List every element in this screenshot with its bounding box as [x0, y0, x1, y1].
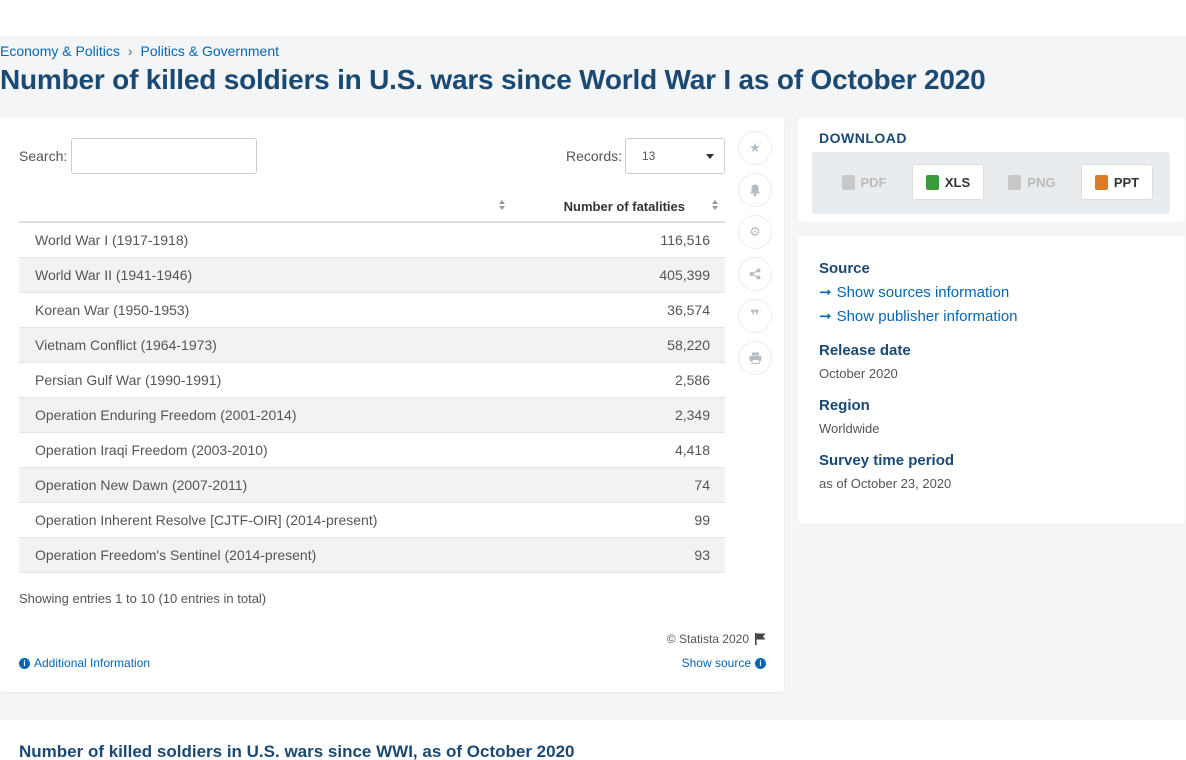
- table-row: Operation Inherent Resolve [CJTF-OIR] (2…: [19, 503, 725, 538]
- chevron-down-icon: [706, 154, 714, 159]
- download-title: DOWNLOAD: [819, 130, 907, 146]
- chart-title: Number of killed soldiers in U.S. wars s…: [19, 742, 575, 760]
- info-icon: i: [755, 657, 766, 669]
- sort-icon[interactable]: [499, 199, 507, 212]
- flag-icon[interactable]: [755, 633, 766, 645]
- row-value: 2,349: [674, 407, 710, 423]
- png-file-icon: [1008, 174, 1022, 190]
- table-row: Operation New Dawn (2007-2011) 74: [19, 468, 725, 503]
- row-value: 405,399: [659, 267, 710, 283]
- additional-information-link[interactable]: i Additional Information: [19, 656, 150, 670]
- breadcrumb-politics-government[interactable]: Politics & Government: [141, 43, 280, 59]
- download-ppt-button[interactable]: PPT: [1081, 164, 1153, 200]
- survey-period-value: as of October 23, 2020: [819, 476, 952, 491]
- download-xls-button[interactable]: XLS: [912, 164, 984, 200]
- row-value: 36,574: [667, 302, 710, 318]
- show-sources-link[interactable]: ➞ Show sources information: [819, 283, 1010, 302]
- show-publisher-label: Show publisher information: [836, 307, 1018, 325]
- copyright-text: © Statista 2020: [666, 632, 749, 646]
- download-png-button[interactable]: PNG: [996, 164, 1068, 200]
- row-label: Operation Enduring Freedom (2001-2014): [35, 407, 297, 423]
- arrow-right-icon: ➞: [819, 284, 832, 301]
- breadcrumb: Economy & Politics › Politics & Governme…: [0, 43, 279, 59]
- quote-icon[interactable]: ❞: [738, 299, 772, 333]
- table-row: Operation Iraqi Freedom (2003-2010) 4,418: [19, 433, 725, 468]
- pdf-file-icon: [841, 174, 855, 190]
- download-buttons: PDF XLS PNG PPT: [812, 152, 1170, 214]
- download-ppt-label: PPT: [1113, 174, 1140, 190]
- download-card: DOWNLOAD PDF XLS PNG PPT: [798, 118, 1185, 222]
- row-value: 74: [694, 477, 710, 493]
- top-bar: [0, 0, 1186, 36]
- data-table: Number of fatalities World War I (1917-1…: [19, 190, 725, 573]
- column-header-fatalities[interactable]: Number of fatalities: [564, 199, 685, 214]
- row-value: 2,586: [674, 372, 710, 388]
- release-date-heading: Release date: [819, 342, 911, 359]
- region-heading: Region: [819, 397, 870, 414]
- xls-file-icon: [925, 174, 939, 190]
- table-row: Korean War (1950-1953) 36,574: [19, 293, 725, 328]
- show-source-link[interactable]: Show source i: [682, 656, 766, 670]
- download-pdf-label: PDF: [860, 174, 887, 190]
- row-label: Persian Gulf War (1990-1991): [35, 372, 222, 388]
- share-icon[interactable]: [738, 257, 772, 291]
- table-row: Operation Enduring Freedom (2001-2014) 2,…: [19, 398, 725, 433]
- show-publisher-link[interactable]: ➞ Show publisher information: [819, 307, 1018, 326]
- search-label: Search:: [19, 148, 68, 164]
- row-value: 93: [694, 547, 710, 563]
- show-source-label: Show source: [681, 656, 751, 670]
- copyright: © Statista 2020: [667, 632, 766, 646]
- star-icon[interactable]: ★: [738, 131, 772, 165]
- row-label: Operation New Dawn (2007-2011): [35, 477, 248, 493]
- table-row: Persian Gulf War (1990-1991) 2,586: [19, 363, 725, 398]
- table-row: World War II (1941-1946) 405,399: [19, 258, 725, 293]
- search-input[interactable]: [71, 138, 257, 174]
- region-value: Worldwide: [819, 421, 880, 436]
- entries-info: Showing entries 1 to 10 (10 entries in t…: [19, 591, 267, 606]
- row-label: Korean War (1950-1953): [35, 302, 190, 318]
- tool-column: ★ ⚙ ❞: [738, 131, 772, 383]
- info-icon: i: [19, 657, 30, 669]
- chart-card: Number of killed soldiers in U.S. wars s…: [0, 720, 1186, 760]
- row-value: 4,418: [674, 442, 710, 458]
- download-xls-label: XLS: [944, 174, 971, 190]
- records-value: 13: [642, 149, 656, 163]
- row-label: Operation Inherent Resolve [CJTF-OIR] (2…: [35, 512, 378, 528]
- arrow-right-icon: ➞: [819, 308, 832, 325]
- download-png-label: PNG: [1027, 174, 1056, 190]
- release-date-value: October 2020: [819, 366, 898, 381]
- show-sources-label: Show sources information: [836, 283, 1010, 301]
- page-title: Number of killed soldiers in U.S. wars s…: [0, 64, 986, 95]
- row-label: Operation Iraqi Freedom (2003-2010): [35, 442, 268, 458]
- table-row: Operation Freedom's Sentinel (2014-prese…: [19, 538, 725, 573]
- breadcrumb-economy-politics[interactable]: Economy & Politics: [0, 43, 120, 59]
- print-icon[interactable]: [738, 341, 772, 375]
- survey-period-heading: Survey time period: [819, 452, 955, 469]
- table-row: Vietnam Conflict (1964-1973) 58,220: [19, 328, 725, 363]
- table-body: World War I (1917-1918) 116,516 World War …: [19, 223, 725, 573]
- bell-icon[interactable]: [738, 173, 772, 207]
- records-select[interactable]: 13: [625, 138, 725, 174]
- breadcrumb-separator: ›: [127, 43, 133, 59]
- statistic-details-card: Source ➞ Show sources information ➞ Show…: [798, 236, 1185, 523]
- row-value: 58,220: [667, 337, 710, 353]
- sort-icon[interactable]: [712, 199, 720, 212]
- table-row: World War I (1917-1918) 116,516: [19, 223, 725, 258]
- row-label: Operation Freedom's Sentinel (2014-prese…: [35, 547, 317, 563]
- gear-icon[interactable]: ⚙: [738, 215, 772, 249]
- records-label: Records:: [566, 148, 623, 164]
- source-heading: Source: [819, 260, 870, 277]
- table-header: Number of fatalities: [19, 190, 725, 223]
- row-label: World War II (1941-1946): [35, 267, 193, 283]
- download-pdf-button[interactable]: PDF: [828, 164, 900, 200]
- row-value: 99: [694, 512, 710, 528]
- row-value: 116,516: [660, 232, 710, 248]
- ppt-file-icon: [1094, 174, 1108, 190]
- additional-information-label: Additional Information: [34, 656, 151, 670]
- row-label: Vietnam Conflict (1964-1973): [35, 337, 217, 353]
- row-label: World War I (1917-1918): [35, 232, 189, 248]
